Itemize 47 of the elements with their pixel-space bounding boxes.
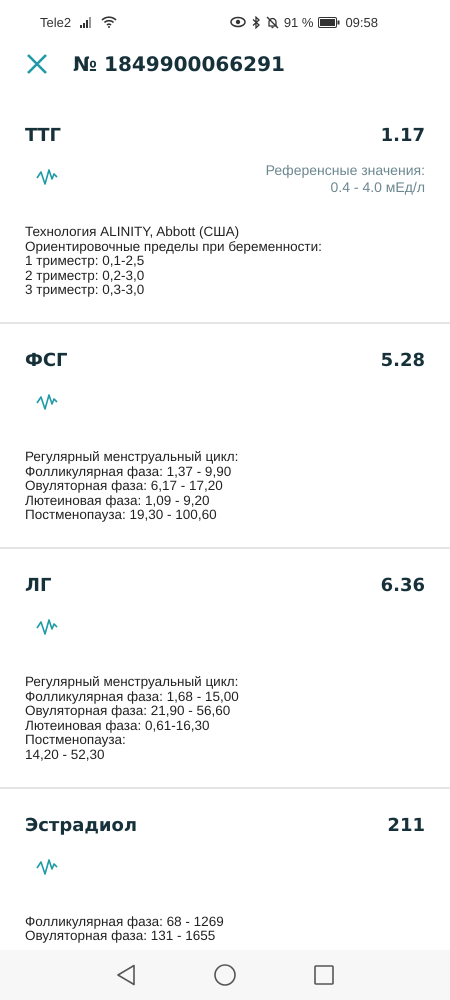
note-text: Фолликулярная фаза: 1,37 - 9,90: [25, 464, 232, 480]
home-icon: [214, 964, 236, 986]
note-text: 14,20 - 52,30: [25, 748, 105, 762]
test-name: ТТГ: [25, 125, 62, 146]
note-text: Регулярный менструальный цикл:: [25, 674, 240, 690]
bluetooth-icon: [250, 16, 261, 28]
note-text: Лютеиновая фаза: 1,09 - 9,20: [25, 494, 211, 508]
note-text: Постменопауза: 19,30 - 100,60: [25, 508, 218, 523]
note-text: Технология ALINITY, Abbott (США): [25, 225, 240, 240]
bell-off-icon: [266, 16, 279, 28]
reference-text: 0.4 - 4.0 мЕд/л: [330, 179, 425, 196]
test-name: Эстрадиол: [25, 814, 138, 836]
order-number: № 1849900066291: [73, 52, 285, 76]
test-value: 211: [387, 814, 425, 836]
reference-text: Референсные значения:: [266, 162, 425, 179]
note-text: Овуляторная фаза: 131 - 1655: [25, 929, 216, 944]
test-name: ФСГ: [25, 350, 68, 371]
note-text: Фолликулярная фаза: 1,68 - 15,00: [25, 690, 240, 704]
note-text: Постменопауза:: [25, 733, 126, 748]
recents-icon: [314, 965, 334, 985]
note-text: 1 триместр: 0,1-2,5: [25, 254, 144, 269]
pulse-icon: [36, 618, 58, 636]
battery-percent: 91 %: [284, 14, 314, 30]
clock-time: 09:58: [345, 14, 378, 30]
battery-icon: [318, 16, 340, 28]
note-text: Овуляторная фаза: 21,90 - 56,60: [25, 704, 232, 719]
eye-icon: [230, 16, 246, 28]
test-value: 5.28: [380, 350, 425, 371]
back-icon: [116, 964, 136, 986]
note-text: Лютеиновая фаза: 0,61-16,30: [25, 718, 211, 734]
note-text: 2 триместр: 0,2-3,0: [25, 268, 146, 284]
test-value: 1.17: [380, 125, 425, 146]
note-text: Фолликулярная фаза: 68 - 1269: [25, 914, 225, 930]
note-text: Регулярный менструальный цикл:: [25, 450, 240, 465]
close-icon: [26, 53, 48, 75]
carrier-name: Tele2: [40, 14, 72, 30]
pulse-icon: [36, 858, 58, 876]
test-value: 6.36: [380, 574, 425, 596]
note-text: Овуляторная фаза: 6,17 - 17,20: [25, 479, 224, 494]
test-name: ЛГ: [25, 574, 52, 596]
note-text: Ориентировочные пределы при беременности:: [25, 240, 323, 254]
signal-icon: [79, 16, 94, 28]
pulse-icon: [36, 392, 58, 411]
wifi-icon: [101, 16, 118, 28]
close-button[interactable]: [25, 52, 49, 76]
pulse-icon: [36, 168, 58, 186]
note-text: 3 триместр: 0,3-3,0: [25, 283, 146, 298]
